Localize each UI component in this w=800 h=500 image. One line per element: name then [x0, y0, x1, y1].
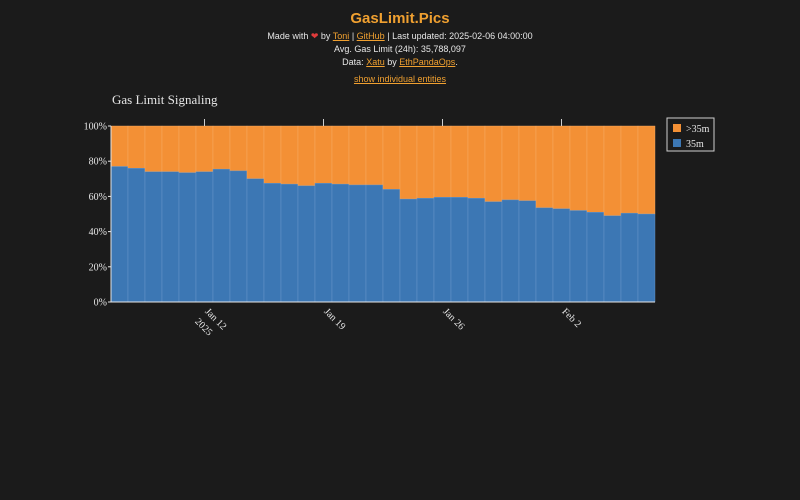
- legend[interactable]: >35m 35m: [666, 117, 715, 152]
- y-tick-label: 80%: [89, 157, 107, 168]
- y-tick-label: 40%: [89, 227, 107, 238]
- bar-35m: [569, 210, 588, 303]
- bar-above-35m: [535, 125, 554, 209]
- bar-35m: [382, 189, 401, 303]
- bar-35m: [637, 213, 656, 303]
- bar-35m: [399, 198, 418, 303]
- bar-above-35m: [127, 125, 146, 169]
- bar-above-35m: [161, 125, 180, 172]
- x-tick-label: Jan 19: [321, 306, 347, 332]
- bar-35m: [297, 185, 316, 303]
- bar-35m: [127, 168, 146, 303]
- x-tick-label: Feb 2: [559, 306, 583, 330]
- legend-swatch: [673, 139, 681, 147]
- bar-35m: [212, 168, 231, 303]
- bar-35m: [467, 197, 486, 303]
- legend-label: 35m: [686, 139, 704, 150]
- bar-35m: [620, 212, 639, 303]
- bar-above-35m: [382, 125, 401, 190]
- y-tick-label: 0%: [94, 298, 107, 309]
- bar-above-35m: [637, 125, 656, 215]
- bar-35m: [348, 184, 367, 303]
- bar-above-35m: [450, 125, 469, 198]
- bar-above-35m: [399, 125, 418, 200]
- bar-35m: [365, 184, 384, 303]
- bar-above-35m: [518, 125, 537, 202]
- x-tick-label: Jan 26: [440, 306, 466, 332]
- bar-35m: [229, 170, 248, 303]
- bar-35m: [416, 197, 435, 303]
- legend-label: >35m: [686, 124, 710, 135]
- bar-35m: [518, 200, 537, 303]
- bar-above-35m: [246, 125, 265, 179]
- bar-above-35m: [331, 125, 350, 185]
- bar-35m: [331, 183, 350, 303]
- bar-above-35m: [484, 125, 503, 202]
- bar-35m: [314, 182, 333, 303]
- bar-above-35m: [552, 125, 571, 209]
- bar-above-35m: [110, 125, 129, 167]
- bar-above-35m: [280, 125, 299, 185]
- bar-above-35m: [144, 125, 163, 172]
- bar-above-35m: [603, 125, 622, 216]
- bar-35m: [195, 171, 214, 303]
- bar-35m: [178, 172, 197, 303]
- bar-above-35m: [314, 125, 333, 184]
- bar-35m: [144, 171, 163, 303]
- bar-35m: [501, 199, 520, 303]
- y-tick-label: 100%: [84, 122, 107, 133]
- bar-35m: [110, 166, 129, 303]
- bar-above-35m: [433, 125, 452, 198]
- bar-above-35m: [263, 125, 282, 184]
- bar-above-35m: [467, 125, 486, 199]
- bar-35m: [450, 197, 469, 303]
- bar-35m: [246, 178, 265, 303]
- bar-35m: [263, 182, 282, 303]
- bar-above-35m: [229, 125, 248, 172]
- bar-above-35m: [195, 125, 214, 172]
- bar-above-35m: [365, 125, 384, 186]
- bar-above-35m: [212, 125, 231, 170]
- bar-above-35m: [569, 125, 588, 211]
- y-tick-label: 20%: [89, 262, 107, 273]
- bar-above-35m: [178, 125, 197, 173]
- bar-35m: [535, 207, 554, 303]
- legend-swatch: [673, 124, 681, 132]
- bar-above-35m: [501, 125, 520, 201]
- bar-above-35m: [586, 125, 605, 213]
- bar-35m: [484, 201, 503, 303]
- bar-35m: [603, 215, 622, 303]
- bar-above-35m: [620, 125, 639, 214]
- bar-35m: [280, 183, 299, 303]
- bars-group: [110, 125, 656, 303]
- bar-35m: [433, 197, 452, 303]
- bar-above-35m: [348, 125, 367, 186]
- y-tick-label: 60%: [89, 192, 107, 203]
- bar-above-35m: [416, 125, 435, 199]
- chart-title: Gas Limit Signaling: [112, 92, 218, 107]
- bar-35m: [161, 171, 180, 303]
- gas-limit-chart: Gas Limit Signaling 0% 20% 40% 60% 80% 100% Ja…: [84, 92, 715, 338]
- bar-35m: [586, 212, 605, 303]
- bar-35m: [552, 208, 571, 303]
- bar-above-35m: [297, 125, 316, 187]
